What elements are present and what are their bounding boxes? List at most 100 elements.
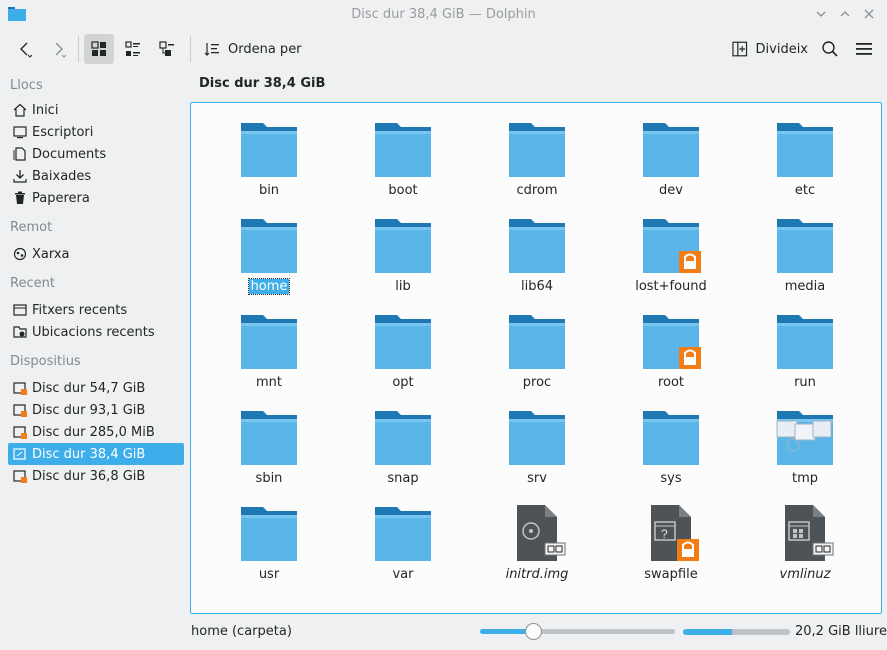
file-item[interactable]: run <box>745 299 865 390</box>
sidebar-item-label: Disc dur 54,7 GiB <box>32 380 146 396</box>
sidebar-item-trash[interactable]: Paperera <box>8 187 184 209</box>
file-item[interactable]: lib64 <box>477 203 597 294</box>
zoom-slider[interactable] <box>480 623 675 640</box>
section-title-devices: Dispositius <box>10 354 81 369</box>
folder-icon <box>373 119 433 179</box>
file-item[interactable]: dev <box>611 107 731 198</box>
file-name: snap <box>343 471 463 486</box>
file-item[interactable]: snap <box>343 395 463 486</box>
file-item[interactable]: lib <box>343 203 463 294</box>
recent-locations-icon <box>13 326 27 338</box>
file-item[interactable]: srv <box>477 395 597 486</box>
free-space-bar <box>683 629 790 635</box>
file-name: initrd.img <box>477 567 597 582</box>
file-name-text: lib64 <box>520 279 554 294</box>
file-name: mnt <box>209 375 329 390</box>
sidebar-item-disk-54[interactable]: Disc dur 54,7 GiB <box>8 377 184 399</box>
folder-icon <box>507 311 567 371</box>
file-item[interactable]: proc <box>477 299 597 390</box>
sidebar-item-label: Disc dur 36,8 GiB <box>32 468 146 484</box>
file-name: lib64 <box>477 279 597 294</box>
places-panel: Llocs Inici Escriptori Documents Baixade… <box>0 70 188 615</box>
file-item[interactable]: sbin <box>209 395 329 486</box>
toolbar-separator <box>78 36 79 62</box>
details-view-button[interactable] <box>152 34 182 64</box>
file-name-text: root <box>657 375 685 390</box>
sidebar-item-label: Disc dur 38,4 GiB <box>32 446 146 462</box>
sidebar-item-disk-36[interactable]: Disc dur 36,8 GiB <box>8 465 184 487</box>
compact-view-button[interactable] <box>118 34 148 64</box>
file-name-text: proc <box>522 375 552 390</box>
trash-icon <box>15 191 25 204</box>
file-name-text: boot <box>388 183 418 198</box>
forward-button[interactable] <box>44 34 74 64</box>
file-item[interactable]: media <box>745 203 865 294</box>
file-item[interactable]: boot <box>343 107 463 198</box>
back-button[interactable] <box>10 34 40 64</box>
folder-icon <box>373 311 433 371</box>
file-item[interactable]: cdrom <box>477 107 597 198</box>
search-button[interactable] <box>815 34 845 64</box>
file-item[interactable]: usr <box>209 491 329 582</box>
sidebar-item-label: Documents <box>32 146 107 162</box>
section-title-places: Llocs <box>10 78 43 93</box>
file-item[interactable]: root <box>611 299 731 390</box>
sidebar-item-disk-38[interactable]: Disc dur 38,4 GiB <box>8 443 184 465</box>
file-item[interactable]: mnt <box>209 299 329 390</box>
file-item[interactable]: initrd.img <box>477 491 597 582</box>
file-name-text: cdrom <box>516 183 558 198</box>
file-item[interactable]: home <box>209 203 329 295</box>
file-view[interactable]: bin boot cdrom dev etc home lib lib64 lost+found… <box>190 102 882 614</box>
desktop-icon <box>13 126 27 139</box>
recent-files-icon <box>13 304 27 316</box>
file-item[interactable]: lost+found <box>611 203 731 294</box>
sidebar-item-disk-285[interactable]: Disc dur 285,0 MiB <box>8 421 184 443</box>
section-title-recent: Recent <box>10 276 55 291</box>
file-name-text: dev <box>659 183 683 198</box>
chevron-left-icon <box>20 42 33 58</box>
file-name-text: swapfile <box>644 567 698 582</box>
file-name: tmp <box>745 471 865 486</box>
folder-icon <box>641 119 701 179</box>
maximize-icon[interactable] <box>837 6 853 22</box>
split-view-button[interactable]: Divideix <box>726 34 808 64</box>
file-name-text: bin <box>258 183 280 198</box>
file-name-text: mnt <box>256 375 282 390</box>
search-icon <box>822 41 838 57</box>
menu-button[interactable] <box>849 34 879 64</box>
file-item[interactable]: bin <box>209 107 329 198</box>
file-item[interactable]: ? swapfile <box>611 491 731 582</box>
file-item[interactable]: tmp <box>745 395 865 486</box>
icons-view-button[interactable] <box>84 34 114 64</box>
sidebar-item-label: Inici <box>32 102 59 118</box>
file-name: sbin <box>209 471 329 486</box>
hard-disk-icon <box>13 382 27 395</box>
hamburger-menu-icon <box>856 43 872 55</box>
file-item[interactable]: var <box>343 491 463 582</box>
file-item[interactable]: sys <box>611 395 731 486</box>
sidebar-item-network[interactable]: Xarxa <box>8 243 184 265</box>
status-bar: home (carpeta) 20,2 GiB lliure <box>0 618 887 646</box>
sidebar-item-desktop[interactable]: Escriptori <box>8 121 184 143</box>
sidebar-item-downloads[interactable]: Baixades <box>8 165 184 187</box>
file-name-text: usr <box>258 567 280 582</box>
sidebar-item-recent-locations[interactable]: Ubicacions recents <box>8 321 184 343</box>
file-name-text: tmp <box>791 471 818 486</box>
sidebar-item-home[interactable]: Inici <box>8 99 184 121</box>
file-name: lost+found <box>611 279 731 294</box>
file-name: srv <box>477 471 597 486</box>
close-icon[interactable] <box>861 6 877 22</box>
sidebar-item-label: Disc dur 285,0 MiB <box>32 424 155 440</box>
file-item[interactable]: etc <box>745 107 865 198</box>
sidebar-item-recent-files[interactable]: Fitxers recents <box>8 299 184 321</box>
toolbar: Ordena per Divideix <box>0 30 887 68</box>
zoom-slider-handle[interactable] <box>524 623 542 640</box>
sidebar-item-documents[interactable]: Documents <box>8 143 184 165</box>
sidebar-item-disk-93[interactable]: Disc dur 93,1 GiB <box>8 399 184 421</box>
file-item[interactable]: vmlinuz <box>745 491 865 582</box>
file-item[interactable]: opt <box>343 299 463 390</box>
sort-by-button[interactable]: Ordena per <box>198 34 308 64</box>
minimize-icon[interactable] <box>813 6 829 22</box>
sidebar-item-label: Fitxers recents <box>32 302 128 318</box>
sidebar-item-label: Escriptori <box>32 124 94 140</box>
